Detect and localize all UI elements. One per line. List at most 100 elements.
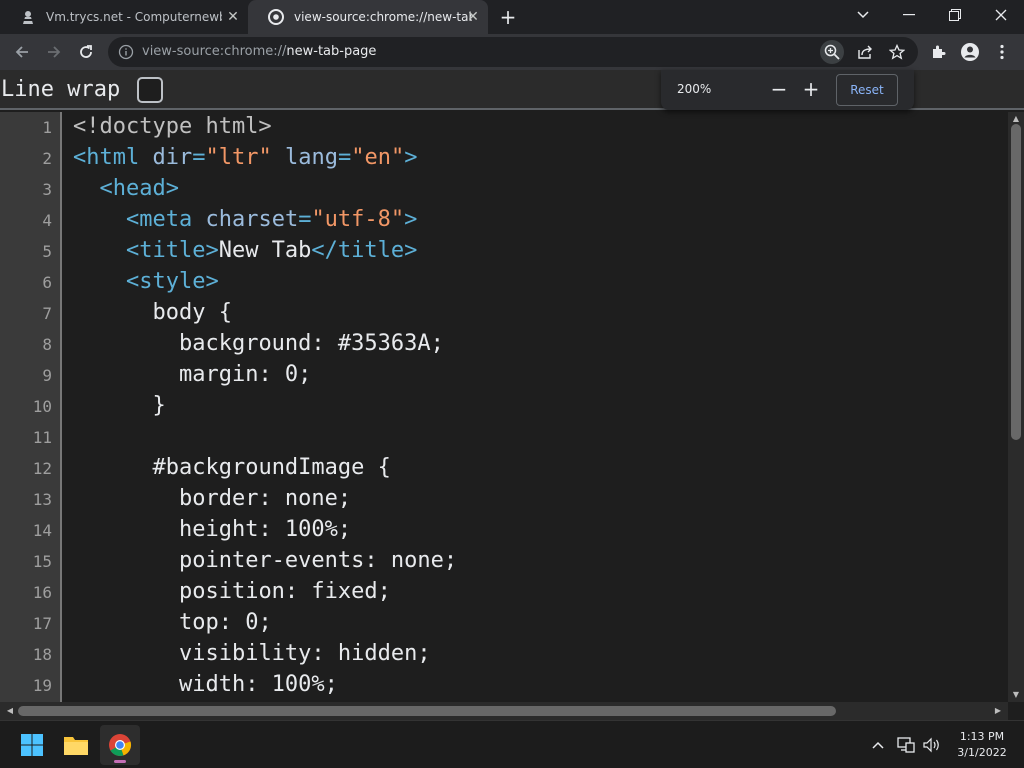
forward-button[interactable] — [40, 38, 68, 66]
active-app-indicator — [114, 760, 126, 763]
code-token: "en" — [351, 145, 405, 170]
reload-button[interactable] — [72, 38, 100, 66]
file-explorer-icon[interactable] — [56, 725, 96, 765]
source-line: width: 100%; — [73, 672, 338, 697]
windows-start-icon[interactable] — [12, 725, 52, 765]
zoom-reset-button[interactable]: Reset — [836, 74, 898, 106]
share-icon[interactable] — [853, 40, 877, 64]
line-number: 3 — [42, 180, 52, 199]
address-bar[interactable]: view-source:chrome://new-tab-page — [108, 37, 918, 67]
line-number: 10 — [32, 397, 52, 416]
code-token: pointer-events: none; — [178, 548, 458, 573]
horizontal-scroll-thumb[interactable] — [18, 706, 836, 716]
kebab-menu-icon[interactable] — [988, 38, 1016, 66]
code-token: <head> — [99, 176, 179, 201]
computernewb-favicon-icon — [20, 9, 36, 25]
line-number: 17 — [32, 614, 52, 633]
code-token: width: 100%; — [178, 672, 338, 697]
code-token: = — [337, 145, 352, 170]
vertical-scroll-thumb[interactable] — [1011, 124, 1021, 440]
code-token: top: 0; — [178, 610, 272, 635]
line-number: 2 — [42, 149, 52, 168]
zoom-popup: 200% − + Reset — [661, 70, 914, 110]
line-number: 6 — [42, 273, 52, 292]
line-number: 7 — [42, 304, 52, 323]
back-button[interactable] — [8, 38, 36, 66]
site-info-icon[interactable] — [118, 44, 134, 60]
code-token: lang — [284, 145, 338, 170]
line-number: 16 — [32, 583, 52, 602]
source-line: <meta charset="utf-8"> — [73, 207, 417, 232]
zoom-out-button[interactable]: − — [767, 78, 791, 102]
scroll-right-arrow-icon[interactable]: ▶ — [990, 702, 1006, 720]
tab-search-chevron-icon[interactable] — [840, 0, 886, 30]
code-token: New Tab — [218, 238, 312, 263]
scroll-up-arrow-icon[interactable]: ▲ — [1008, 114, 1024, 124]
zoom-icon[interactable] — [820, 40, 844, 64]
code-token: </title> — [311, 238, 418, 263]
horizontal-scrollbar[interactable]: ◀ ▶ — [0, 702, 1008, 720]
vertical-scrollbar[interactable]: ▲ ▼ — [1008, 112, 1024, 702]
line-number: 4 — [42, 211, 52, 230]
source-line: #backgroundImage { — [73, 455, 391, 480]
line-wrap-checkbox[interactable] — [137, 77, 163, 103]
code-token: > — [404, 207, 418, 232]
zoom-level: 200% — [677, 82, 712, 96]
code-token: position: fixed; — [178, 579, 391, 604]
scroll-left-arrow-icon[interactable]: ◀ — [2, 702, 18, 720]
source-line: <!doctype html> — [73, 114, 272, 139]
source-line: body { — [73, 300, 232, 325]
tab-close-icon[interactable]: ✕ — [224, 8, 242, 26]
code-token: charset — [205, 207, 299, 232]
code-token: body { — [152, 300, 232, 325]
code-token: <!doctype html> — [73, 114, 272, 139]
restore-button[interactable] — [932, 0, 978, 30]
new-tab-button[interactable]: + — [497, 6, 519, 28]
code-token: <meta — [125, 207, 206, 232]
tab-computernewb[interactable]: Vm.trycs.net - Computernewb W ✕ — [0, 0, 248, 34]
minimize-button[interactable] — [886, 0, 932, 30]
source-line: top: 0; — [73, 610, 272, 635]
source-line: border: none; — [73, 486, 351, 511]
source-line: visibility: hidden; — [73, 641, 431, 666]
code-token: = — [192, 145, 206, 170]
code-token: border: none; — [178, 486, 352, 511]
chrome-taskbar-icon[interactable] — [100, 725, 140, 765]
system-clock[interactable]: 1:13 PM 3/1/2022 — [950, 729, 1014, 761]
scroll-down-arrow-icon[interactable]: ▼ — [1008, 690, 1024, 700]
source-line: margin: 0; — [73, 362, 311, 387]
code-token: #backgroundImage { — [152, 455, 391, 480]
source-line: <style> — [73, 269, 219, 294]
source-code: <!doctype html> <html dir="ltr" lang="en"… — [73, 112, 1003, 702]
profile-avatar-icon[interactable] — [956, 38, 984, 66]
line-number: 5 — [42, 242, 52, 261]
show-hidden-icons-chevron-icon[interactable] — [868, 735, 888, 755]
code-token: background: #35363A; — [178, 331, 444, 356]
network-icon[interactable] — [896, 735, 916, 755]
tab-title: view-source:chrome://new-tab-p — [294, 10, 472, 24]
bookmark-star-icon[interactable] — [885, 40, 909, 64]
tab-strip: Vm.trycs.net - Computernewb W ✕ view-sou… — [0, 0, 1024, 34]
zoom-in-button[interactable]: + — [799, 78, 823, 102]
line-number: 9 — [42, 366, 52, 385]
code-token: = — [298, 207, 312, 232]
code-token: visibility: hidden; — [178, 641, 431, 666]
tab-close-icon[interactable]: ✕ — [464, 8, 482, 26]
tab-view-source[interactable]: view-source:chrome://new-tab-p ✕ — [248, 0, 488, 34]
close-window-button[interactable] — [978, 0, 1024, 30]
code-token: > — [404, 145, 418, 170]
extensions-icon[interactable] — [924, 38, 952, 66]
line-number: 1 — [42, 118, 52, 137]
source-line: } — [73, 393, 165, 418]
line-number: 15 — [32, 552, 52, 571]
browser-toolbar: view-source:chrome://new-tab-page — [0, 34, 1024, 70]
chrome-favicon-icon — [268, 9, 284, 25]
source-line: position: fixed; — [73, 579, 391, 604]
source-line: <html dir="ltr" lang="en"> — [73, 145, 417, 170]
volume-icon[interactable] — [922, 735, 942, 755]
clock-time: 1:13 PM — [959, 730, 1005, 743]
clock-date: 3/1/2022 — [957, 746, 1007, 759]
line-number: 8 — [42, 335, 52, 354]
line-number: 19 — [32, 676, 52, 695]
